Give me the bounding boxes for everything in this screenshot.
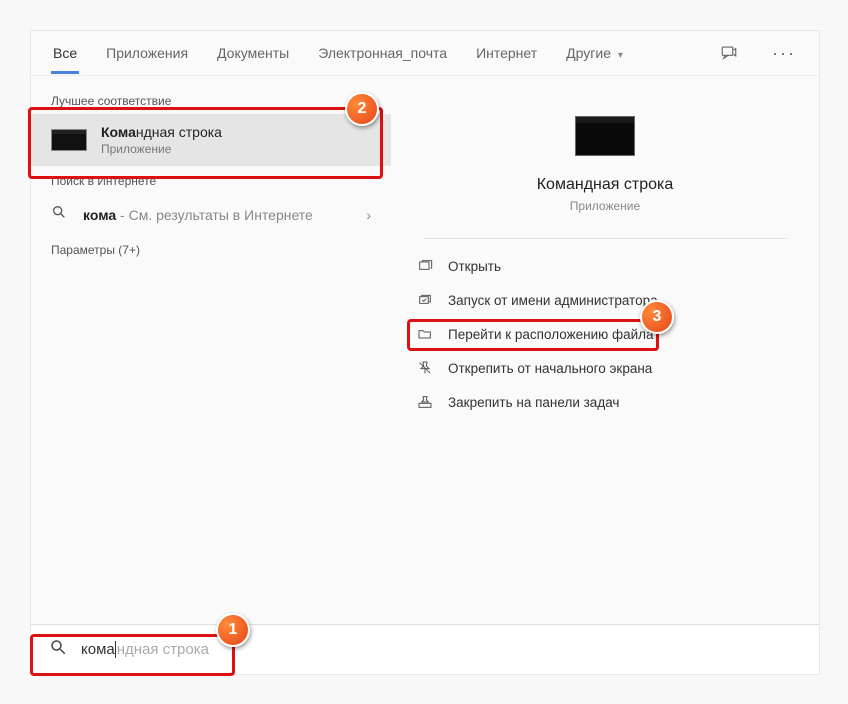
search-autocomplete-ghost: ндная строка xyxy=(117,641,209,658)
search-input[interactable]: командная строка xyxy=(81,641,209,659)
chevron-down-icon: ▾ xyxy=(618,50,623,61)
tab-apps[interactable]: Приложения xyxy=(104,33,190,74)
web-search-result[interactable]: кома - См. результаты в Интернете › xyxy=(31,194,391,235)
tab-email[interactable]: Электронная_почта xyxy=(316,33,449,74)
search-icon xyxy=(49,638,67,661)
command-prompt-icon xyxy=(51,129,87,151)
chevron-right-icon: › xyxy=(366,207,371,223)
section-best-match: Лучшее соответствие xyxy=(31,86,391,114)
action-run-as-admin[interactable]: Запуск от имени администратора xyxy=(406,283,819,317)
divider xyxy=(423,238,787,239)
open-icon xyxy=(416,257,434,275)
search-icon xyxy=(51,204,69,225)
detail-subtitle: Приложение xyxy=(570,199,640,213)
action-unpin-start[interactable]: Открепить от начального экрана xyxy=(406,351,819,385)
action-open-location-label: Перейти к расположению файла xyxy=(448,327,654,342)
result-subtitle: Приложение xyxy=(101,142,222,156)
admin-icon xyxy=(416,291,434,309)
tab-more-label: Другие xyxy=(566,45,611,61)
pin-taskbar-icon xyxy=(416,393,434,411)
action-unpin-start-label: Открепить от начального экрана xyxy=(448,361,652,376)
annotation-badge-2: 2 xyxy=(345,92,379,126)
tab-more[interactable]: Другие ▾ xyxy=(564,33,625,74)
unpin-icon xyxy=(416,359,434,377)
result-title: Командная строка xyxy=(101,124,222,140)
annotation-badge-3: 3 xyxy=(640,300,674,334)
action-open[interactable]: Открыть xyxy=(406,249,819,283)
detail-pane: Командная строка Приложение Открыть Запу… xyxy=(391,76,819,624)
detail-app-icon xyxy=(575,116,635,156)
action-pin-taskbar[interactable]: Закрепить на панели задач xyxy=(406,385,819,419)
folder-icon xyxy=(416,325,434,343)
action-open-file-location[interactable]: Перейти к расположению файла xyxy=(406,317,819,351)
search-typed: кома xyxy=(81,641,115,658)
ellipsis-icon[interactable]: ··· xyxy=(769,38,799,68)
tab-documents[interactable]: Документы xyxy=(215,33,291,74)
action-run-as-admin-label: Запуск от имени администратора xyxy=(448,293,658,308)
search-bar[interactable]: командная строка xyxy=(31,624,819,674)
action-pin-taskbar-label: Закрепить на панели задач xyxy=(448,395,619,410)
result-command-prompt[interactable]: Командная строка Приложение xyxy=(31,114,391,166)
annotation-badge-1: 1 xyxy=(216,613,250,647)
text-caret xyxy=(115,641,116,658)
web-query: кома - См. результаты в Интернете xyxy=(83,207,313,223)
section-web-search: Поиск в Интернете xyxy=(31,166,391,194)
tab-internet[interactable]: Интернет xyxy=(474,33,539,74)
section-settings: Параметры (7+) xyxy=(31,235,391,263)
action-open-label: Открыть xyxy=(448,259,501,274)
feedback-icon[interactable] xyxy=(714,38,744,68)
detail-title: Командная строка xyxy=(537,176,674,194)
search-tabs: Все Приложения Документы Электронная_поч… xyxy=(31,31,819,76)
tab-all[interactable]: Все xyxy=(51,33,79,74)
results-list: Лучшее соответствие Командная строка При… xyxy=(31,76,391,624)
